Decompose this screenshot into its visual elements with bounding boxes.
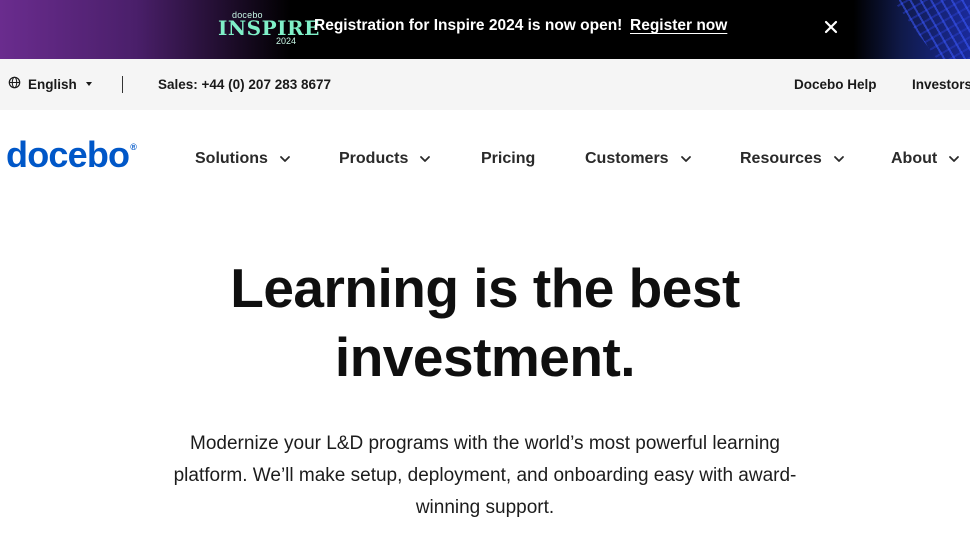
inspire-logo: docebo INSPIRE 2024 xyxy=(218,10,319,46)
docebo-help-link[interactable]: Docebo Help xyxy=(794,77,877,92)
nav-item-about[interactable]: About xyxy=(891,150,961,168)
chevron-down-icon xyxy=(680,156,691,162)
utility-bar: English Sales: +44 (0) 207 283 8677 Doce… xyxy=(0,59,970,110)
hero-subtitle: Modernize your L&D programs with the wor… xyxy=(173,433,797,518)
nav-item-label: Resources xyxy=(740,150,822,167)
sales-phone[interactable]: Sales: +44 (0) 207 283 8677 xyxy=(158,77,331,92)
chevron-down-icon xyxy=(833,156,844,162)
chevron-down-icon xyxy=(420,156,431,162)
hero-title-line-1: Learning is the best xyxy=(230,257,740,319)
nav-item-label: Solutions xyxy=(195,150,268,167)
nav-item-resources[interactable]: Resources xyxy=(740,150,846,168)
inspire-logo-word: INSPIRE xyxy=(218,16,320,40)
hero-title-line-2: investment. xyxy=(334,326,636,388)
register-now-link[interactable]: Register now xyxy=(630,17,727,35)
nav-item-solutions[interactable]: Solutions xyxy=(195,150,292,168)
nav-item-pricing[interactable]: Pricing xyxy=(481,150,535,168)
announcement-banner: docebo INSPIRE 2024 Registration for Ins… xyxy=(0,0,970,59)
banner-decoration xyxy=(893,0,970,59)
chevron-down-icon xyxy=(949,156,960,162)
nav-item-label: Products xyxy=(339,150,409,167)
close-icon[interactable] xyxy=(821,17,841,37)
nav-item-customers[interactable]: Customers xyxy=(585,150,693,168)
main-nav: docebo® Solutions Products Pricing Custo… xyxy=(0,110,970,210)
registered-icon: ® xyxy=(130,142,137,152)
banner-message: Registration for Inspire 2024 is now ope… xyxy=(314,17,623,34)
utility-divider xyxy=(122,76,123,93)
inspire-logo-year: 2024 xyxy=(275,36,296,46)
hero-title: Learning is the best investment. xyxy=(0,254,970,392)
nav-item-products[interactable]: Products xyxy=(339,150,432,168)
chevron-down-icon xyxy=(279,156,290,162)
language-selector[interactable]: English xyxy=(8,76,92,92)
logo-text: docebo xyxy=(6,134,130,175)
globe-icon xyxy=(8,76,21,92)
nav-item-label: Pricing xyxy=(481,150,536,167)
nav-item-label: About xyxy=(891,150,938,167)
caret-down-icon xyxy=(85,82,92,86)
nav-item-label: Customers xyxy=(585,150,669,167)
language-label: English xyxy=(28,76,77,92)
investors-link[interactable]: Investors xyxy=(912,77,970,92)
docebo-logo[interactable]: docebo® xyxy=(6,134,137,176)
